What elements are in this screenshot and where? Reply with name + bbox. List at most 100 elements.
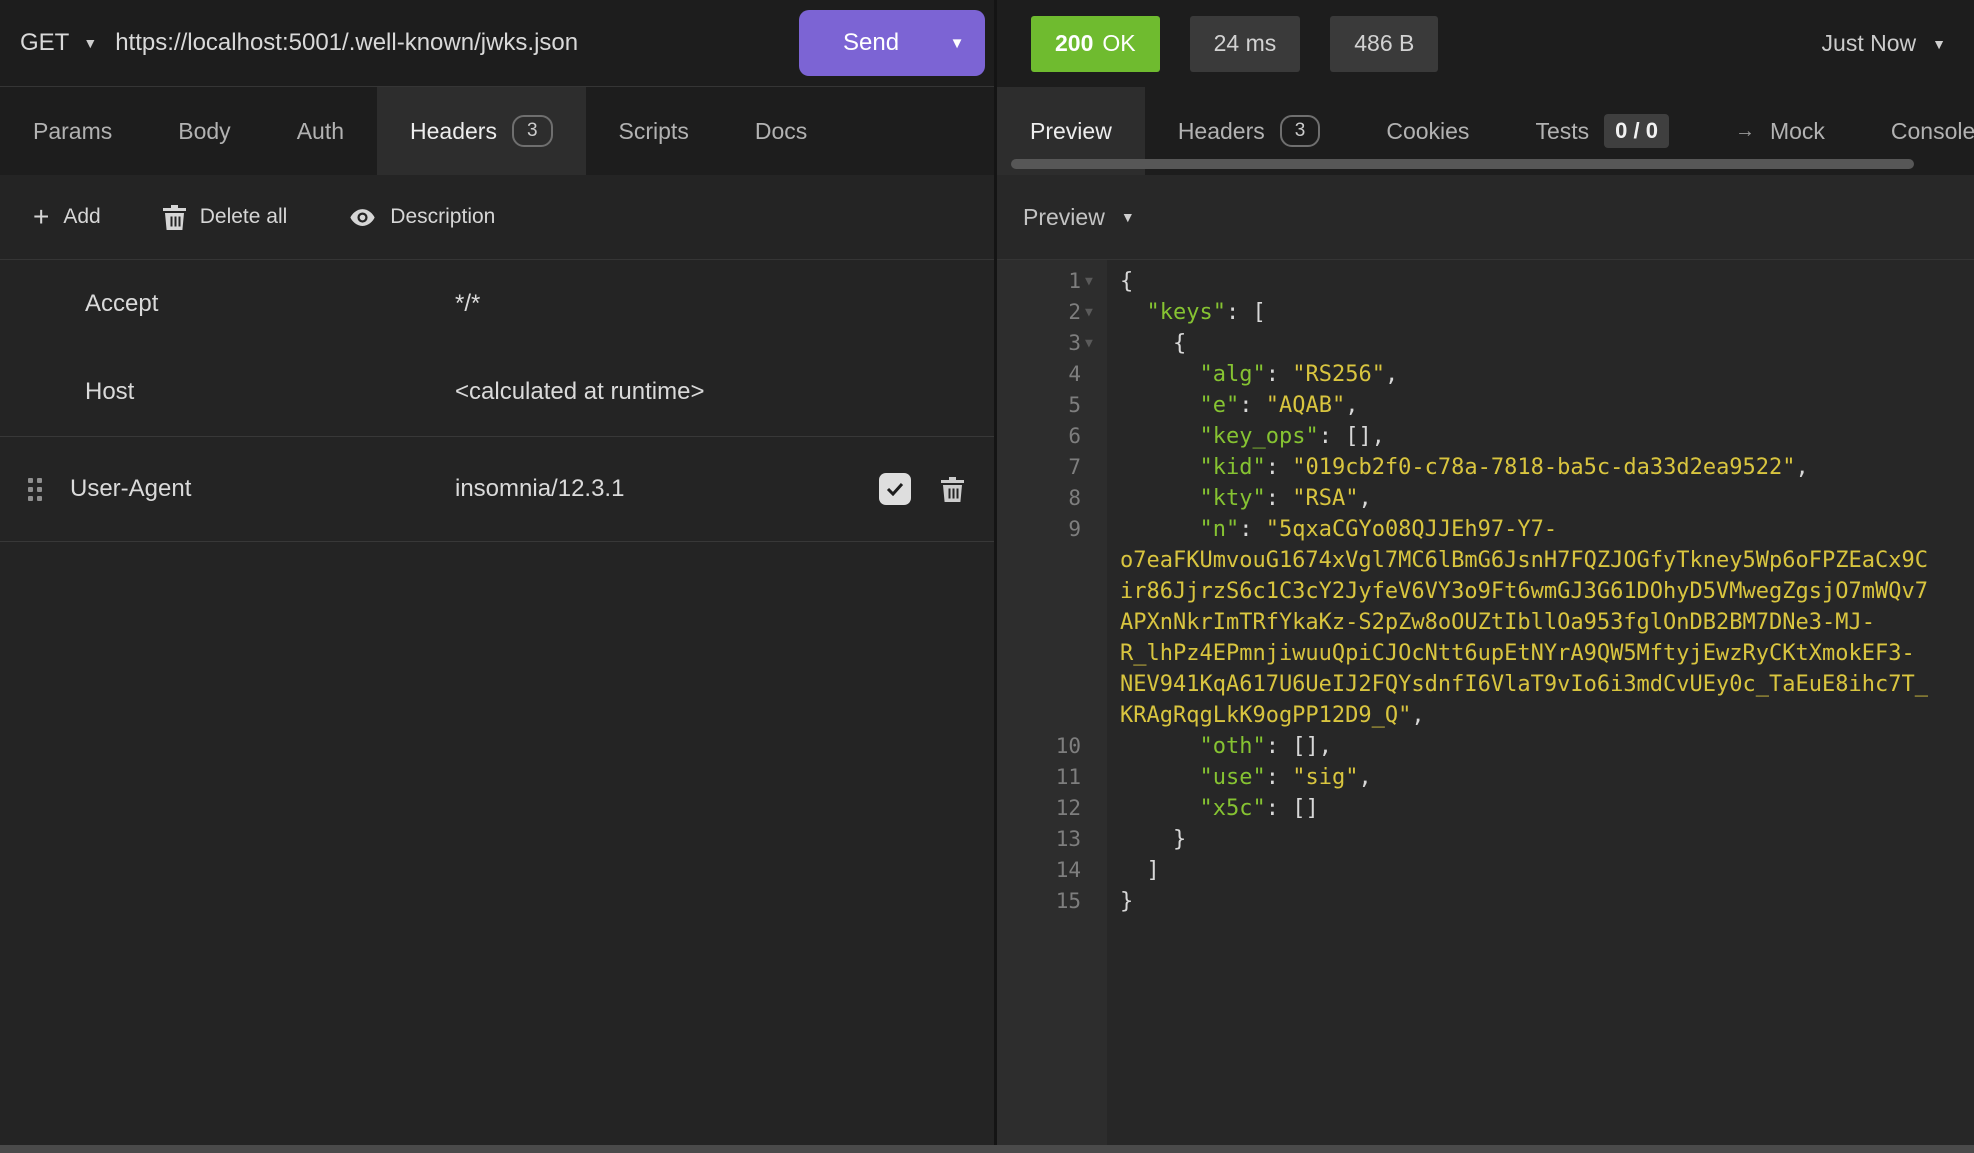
fold-spacer	[1081, 452, 1107, 483]
json-punct: : [	[1226, 300, 1266, 325]
chevron-down-icon: ▼	[1932, 36, 1946, 52]
code-text: }	[1120, 824, 1930, 855]
gutter: 12	[997, 793, 1107, 824]
code-line: 15}	[997, 886, 1974, 917]
header-value-field[interactable]: */*	[455, 290, 994, 318]
header-name-field[interactable]: User-Agent	[70, 475, 455, 503]
code-line: 3▼ {	[997, 328, 1974, 359]
line-number: 4	[1068, 359, 1081, 390]
json-punct: ]	[1120, 858, 1160, 883]
tab-headers[interactable]: Headers3	[377, 87, 586, 175]
json-punct	[1120, 765, 1199, 790]
tab-scripts[interactable]: Scripts	[586, 87, 722, 175]
gutter: 4	[997, 359, 1107, 390]
header-value-field[interactable]: <calculated at runtime>	[455, 378, 994, 406]
response-tab-badge: 3	[1280, 115, 1321, 147]
chevron-down-icon: ▼	[83, 35, 97, 51]
tab-label: Auth	[297, 118, 344, 145]
json-string: "5qxaCGYo08QJJEh97-Y7-o7eaFKUmvouG1674xV…	[1120, 517, 1928, 728]
json-punct: ,	[1345, 393, 1358, 418]
header-name-field[interactable]: Accept	[70, 290, 455, 318]
json-punct: : [],	[1319, 424, 1385, 449]
header-row: User-Agentinsomnia/12.3.1	[0, 436, 994, 542]
delete-all-headers-button[interactable]: Delete all	[163, 205, 288, 230]
send-options-button[interactable]: ▼	[929, 10, 985, 76]
json-key: "e"	[1199, 393, 1239, 418]
header-row: Host<calculated at runtime>	[0, 348, 994, 436]
code-text: {	[1120, 266, 1930, 297]
line-number: 3	[1068, 328, 1081, 359]
toggle-description-button[interactable]: Description	[349, 204, 495, 231]
json-punct	[1120, 734, 1199, 759]
fold-arrow-icon[interactable]: ▼	[1081, 266, 1107, 297]
code-line: 14 ]	[997, 855, 1974, 886]
code-text: "key_ops": [],	[1120, 421, 1930, 452]
code-text: "oth": [],	[1120, 731, 1930, 762]
tab-docs[interactable]: Docs	[722, 87, 840, 175]
time-badge: 24 ms	[1190, 16, 1301, 72]
response-tab-label: Mock	[1770, 118, 1825, 145]
json-key: "key_ops"	[1199, 424, 1318, 449]
json-punct	[1120, 300, 1147, 325]
header-enabled-checkbox[interactable]	[879, 473, 911, 505]
json-punct	[1120, 393, 1199, 418]
tab-params[interactable]: Params	[0, 87, 145, 175]
header-name-field[interactable]: Host	[70, 378, 455, 406]
preview-mode-dropdown[interactable]: Preview ▼	[1023, 204, 1135, 231]
response-tab-bar: PreviewHeaders3CookiesTests0 / 0→MockCon…	[997, 87, 1974, 175]
drag-handle-icon[interactable]	[28, 478, 42, 501]
json-punct: :	[1266, 362, 1293, 387]
bottom-scrollbar[interactable]	[0, 1145, 1974, 1153]
gutter: 6	[997, 421, 1107, 452]
response-tab-label: Preview	[1030, 118, 1112, 145]
tab-label: Body	[178, 118, 230, 145]
json-punct	[1120, 424, 1199, 449]
response-panel: 200 OK 24 ms 486 B Just Now ▼ PreviewHea…	[997, 0, 1974, 1145]
tab-body[interactable]: Body	[145, 87, 263, 175]
json-key: "use"	[1199, 765, 1265, 790]
gutter: 10	[997, 731, 1107, 762]
send-button[interactable]: Send	[799, 10, 929, 76]
response-tab-label: Headers	[1178, 118, 1265, 145]
eye-icon	[349, 204, 376, 231]
code-line: 12 "x5c": []	[997, 793, 1974, 824]
json-punct	[1120, 455, 1199, 480]
gutter: 14	[997, 855, 1107, 886]
json-punct: :	[1266, 765, 1293, 790]
request-panel: GET ▼ https://localhost:5001/.well-known…	[0, 0, 994, 1145]
response-history-dropdown[interactable]: Just Now ▼	[1822, 30, 1946, 57]
response-body-viewer[interactable]: 1▼{2▼ "keys": [3▼ {4 "alg": "RS256",5 "e…	[997, 260, 1974, 1145]
fold-spacer	[1081, 514, 1107, 545]
gutter: 9	[997, 514, 1107, 545]
json-punct	[1120, 362, 1199, 387]
fold-arrow-icon[interactable]: ▼	[1081, 297, 1107, 328]
fold-spacer	[1081, 762, 1107, 793]
code-text: "alg": "RS256",	[1120, 359, 1930, 390]
history-label: Just Now	[1822, 30, 1917, 57]
json-string: "019cb2f0-c78a-7818-ba5c-da33d2ea9522"	[1292, 455, 1795, 480]
url-bar: GET ▼ https://localhost:5001/.well-known…	[0, 0, 994, 87]
code-line: 13 }	[997, 824, 1974, 855]
header-row: Accept*/*	[0, 260, 994, 348]
fold-spacer	[1081, 855, 1107, 886]
fold-arrow-icon[interactable]: ▼	[1081, 328, 1107, 359]
code-line: 11 "use": "sig",	[997, 762, 1974, 793]
add-header-button[interactable]: + Add	[33, 205, 101, 229]
header-value-field[interactable]: insomnia/12.3.1	[455, 475, 879, 503]
code-text: {	[1120, 328, 1930, 359]
line-number: 5	[1068, 390, 1081, 421]
line-number: 1	[1068, 266, 1081, 297]
code-text: ]	[1120, 855, 1930, 886]
json-key: "n"	[1199, 517, 1239, 542]
tab-label: Scripts	[619, 118, 689, 145]
json-punct: ,	[1358, 486, 1371, 511]
json-key: "kid"	[1199, 455, 1265, 480]
tab-bar-scrollbar-thumb[interactable]	[1011, 159, 1914, 169]
fold-spacer	[1081, 793, 1107, 824]
tab-auth[interactable]: Auth	[264, 87, 377, 175]
gutter: 1▼	[997, 266, 1107, 297]
delete-header-button[interactable]	[941, 477, 964, 502]
json-punct: ,	[1385, 362, 1398, 387]
method-dropdown[interactable]: GET ▼	[0, 0, 115, 86]
json-key: "keys"	[1147, 300, 1226, 325]
